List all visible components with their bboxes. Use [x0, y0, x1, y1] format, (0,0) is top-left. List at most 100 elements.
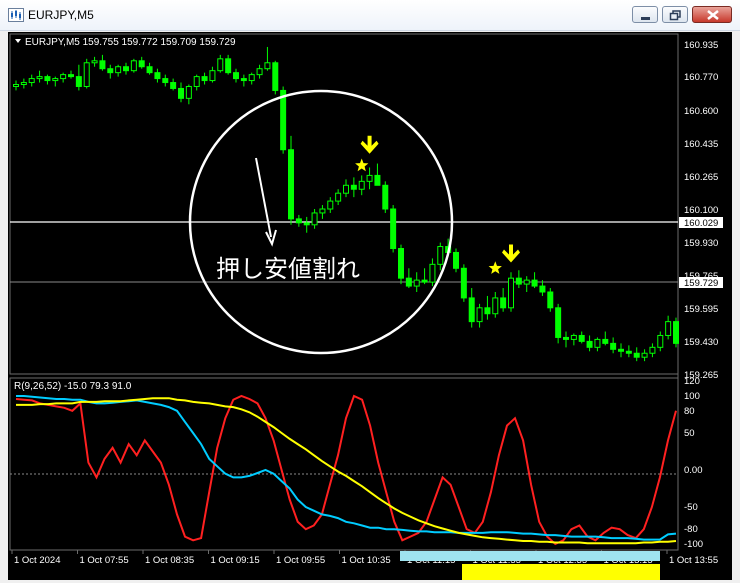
candle-body: [295, 218, 302, 224]
candle-body: [107, 68, 114, 74]
candle-body: [138, 60, 145, 68]
title-bar[interactable]: EURJPY,M5: [0, 0, 740, 31]
candle-body: [673, 321, 679, 344]
price-label: 159.930: [684, 238, 718, 249]
candle-body: [398, 248, 404, 279]
candle-body: [288, 149, 294, 220]
candle-body: [178, 87, 184, 99]
candle-body: [523, 279, 530, 285]
candle-body: [91, 60, 98, 64]
candle-body: [594, 338, 601, 348]
candle-body: [547, 291, 554, 309]
star-icon[interactable]: [355, 158, 369, 172]
indicator-tick-label: -50: [684, 502, 698, 513]
candle-body: [665, 321, 672, 336]
candle-body: [563, 336, 569, 340]
candle-body: [256, 68, 263, 76]
indicator-tick-label: 120: [684, 376, 700, 387]
star-icon[interactable]: [488, 261, 502, 274]
chart-area[interactable]: EURJPY,M5 159.755 159.772 159.709 159.72…: [8, 32, 732, 580]
candle-body: [327, 200, 334, 210]
horizontal-line-price: 160.029: [684, 218, 718, 229]
candle-body: [335, 192, 342, 202]
indicator-tick-label: -80: [684, 524, 698, 535]
candle-body: [319, 208, 326, 214]
candle-body: [508, 277, 514, 309]
time-label: 1 Oct 08:35: [145, 555, 194, 566]
candle-body: [44, 76, 51, 82]
candle-body: [311, 212, 318, 226]
candle-body: [225, 58, 232, 74]
candle-body: [429, 263, 436, 283]
chart-app-icon: [8, 8, 24, 22]
price-label: 159.430: [684, 337, 718, 348]
chart-canvas[interactable]: EURJPY,M5 159.755 159.772 159.709 159.72…: [8, 32, 732, 580]
candle-body: [185, 85, 192, 99]
price-label: 160.935: [684, 40, 718, 51]
candle-body: [99, 60, 106, 70]
candle-body: [60, 74, 67, 80]
time-label: 1 Oct 09:15: [211, 555, 260, 566]
sell-arrow-icon[interactable]: [360, 135, 379, 154]
candle-body: [625, 350, 632, 354]
time-label: 1 Oct 07:55: [80, 555, 129, 566]
candle-body: [272, 62, 279, 91]
time-label: 1 Oct 2024: [14, 555, 60, 566]
candle-body: [602, 338, 609, 344]
indicator-axis: 120 100 80 50 0.00 -50 -80 -100: [684, 376, 703, 550]
candle-body: [75, 76, 82, 87]
price-label: 160.265: [684, 172, 718, 183]
candle-body: [343, 184, 349, 194]
candle-body: [209, 70, 216, 82]
candle-body: [303, 222, 310, 226]
candle-body: [36, 76, 43, 80]
candle-body: [390, 208, 397, 250]
restore-icon: [669, 10, 681, 21]
price-label: 159.595: [684, 304, 718, 315]
minimize-button[interactable]: [632, 6, 658, 23]
time-label: 1 Oct 10:35: [342, 555, 391, 566]
candle-body: [193, 76, 200, 87]
candle-body: [555, 307, 562, 338]
indicator-tick-label: 100: [684, 391, 700, 402]
candle-body: [633, 352, 640, 358]
candle-body: [657, 334, 664, 348]
candle-body: [453, 251, 459, 269]
annotation-pointer[interactable]: [255, 157, 272, 238]
time-label: 1 Oct 13:55: [669, 555, 718, 566]
candle-body: [68, 74, 74, 78]
indicator-tick-label: 80: [684, 406, 695, 417]
candle-body: [162, 78, 169, 84]
time-selection-yellow: [462, 564, 660, 580]
candle-body: [578, 334, 585, 342]
candle-body: [217, 58, 224, 72]
candle-body: [476, 307, 483, 323]
candle-body: [531, 279, 538, 287]
candle-body: [618, 348, 624, 352]
candle-body: [405, 277, 412, 287]
symbol-header: EURJPY,M5 159.755 159.772 159.709 159.72…: [25, 37, 236, 48]
sell-arrow-icon[interactable]: [502, 244, 520, 263]
minimize-icon: [641, 17, 650, 20]
maximize-button[interactable]: [662, 6, 688, 23]
candle-body: [28, 78, 35, 84]
candle-body: [539, 285, 546, 293]
candle-body: [421, 279, 428, 283]
price-label: 160.770: [684, 72, 718, 83]
price-panel-frame: [9, 33, 679, 375]
candle-body: [52, 78, 59, 82]
candle-body: [13, 84, 19, 87]
price-axis: 160.935 160.770 160.600 160.435 160.265 …: [684, 40, 718, 381]
indicator-tick-label: 50: [684, 428, 695, 439]
candle-body: [264, 62, 271, 70]
close-button[interactable]: [692, 6, 732, 23]
indicator-tick-label: 0.00: [684, 465, 703, 476]
price-label: 160.435: [684, 139, 718, 150]
candle-body: [570, 334, 577, 340]
candle-body: [154, 72, 161, 80]
close-icon: [707, 10, 719, 20]
candle-body: [240, 78, 247, 82]
candle-body: [83, 62, 90, 87]
candle-body: [201, 76, 208, 82]
candle-body: [123, 66, 129, 72]
